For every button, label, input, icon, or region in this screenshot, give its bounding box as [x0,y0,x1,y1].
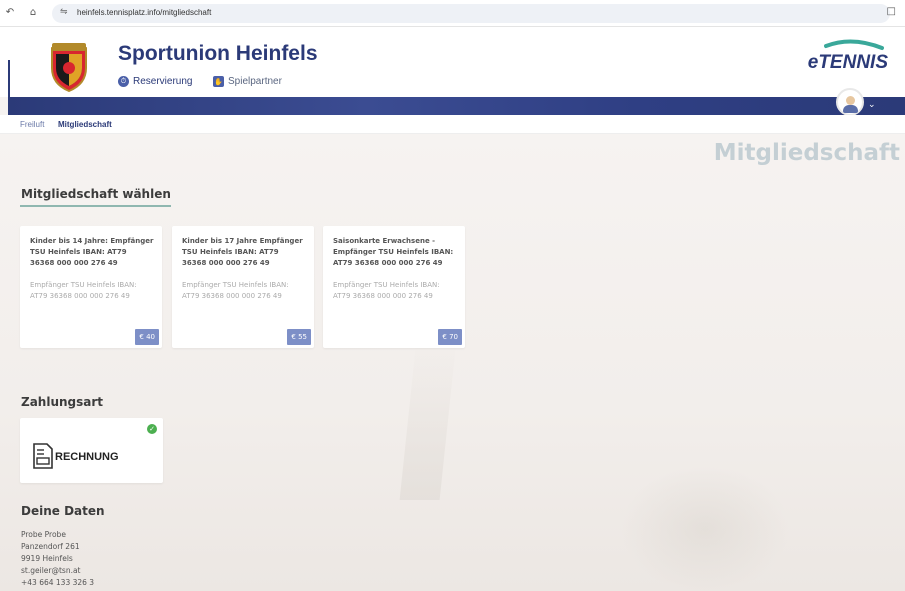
card-description: Empfänger TSU Heinfels IBAN: AT79 36368 … [333,281,440,300]
header-accent [8,60,10,97]
membership-card-kinder-17[interactable]: Kinder bis 17 Jahre Empfänger TSU Heinfe… [172,226,314,348]
extension-icon[interactable]: □ [887,6,896,17]
card-title: Saisonkarte Erwachsene - Empfänger TSU H… [333,237,454,267]
user-email: st.geiler@tsn.at [21,566,81,575]
card-title: Kinder bis 17 Jahre Empfänger TSU Heinfe… [182,237,303,267]
membership-section-title: Mitgliedschaft wählen [21,187,171,201]
club-logo[interactable] [48,40,90,92]
check-circle-icon: ✓ [147,424,157,434]
home-icon[interactable]: ⌂ [26,6,40,20]
user-phone: +43 664 133 326 3 [21,578,95,587]
breadcrumb-item-freiluft[interactable]: Freiluft [20,120,44,129]
site-settings-icon[interactable]: ⇋ [60,7,68,17]
user-name: Probe Probe [21,530,66,539]
card-description: Empfänger TSU Heinfels IBAN: AT79 36368 … [182,281,289,300]
nav-spielpartner-label: Spielpartner [228,76,282,87]
nav-reservierung[interactable]: ⏱ Reservierung [118,76,192,87]
page-title: Mitgliedschaft [713,140,900,166]
clock-icon: ⏱ [118,76,129,87]
nav-spielpartner[interactable]: ✋ Spielpartner [213,76,282,87]
price-badge: € 40 [135,329,159,345]
url-text[interactable]: heinfels.tennisplatz.info/mitgliedschaft [77,8,211,17]
brand-name[interactable]: eTENNIS [808,52,888,74]
header-band [8,97,905,115]
breadcrumb: Freiluft Mitgliedschaft [0,115,905,134]
section-underline [20,205,171,207]
address-bar[interactable]: ⇋ heinfels.tennisplatz.info/mitgliedscha… [52,4,890,23]
back-arrow-icon[interactable]: ↶ [3,6,17,20]
user-street: Panzendorf 261 [21,542,80,551]
club-name[interactable]: Sportunion Heinfels [118,42,318,66]
payment-section-title: Zahlungsart [21,395,104,409]
payment-option-rechnung[interactable]: ✓ RECHNUNG [20,418,163,483]
payment-option-label: RECHNUNG [55,451,119,463]
card-description: Empfänger TSU Heinfels IBAN: AT79 36368 … [30,281,137,300]
membership-card-kinder-14[interactable]: Kinder bis 14 Jahre: Empfänger TSU Heinf… [20,226,162,348]
chevron-down-icon[interactable]: ⌄ [868,100,876,110]
card-title: Kinder bis 14 Jahre: Empfänger TSU Heinf… [30,237,154,267]
user-avatar-icon[interactable] [836,88,864,116]
invoice-icon [33,443,53,469]
handshake-icon: ✋ [213,76,224,87]
breadcrumb-item-current: Mitgliedschaft [58,120,112,129]
user-city: 9919 Heinfels [21,554,73,563]
membership-card-erwachsene[interactable]: Saisonkarte Erwachsene - Empfänger TSU H… [323,226,465,348]
price-badge: € 70 [438,329,462,345]
price-badge: € 55 [287,329,311,345]
browser-toolbar: ↶ ⌂ ⇋ heinfels.tennisplatz.info/mitglied… [0,0,905,27]
nav-reservierung-label: Reservierung [133,76,193,87]
user-data-section-title: Deine Daten [21,504,105,518]
